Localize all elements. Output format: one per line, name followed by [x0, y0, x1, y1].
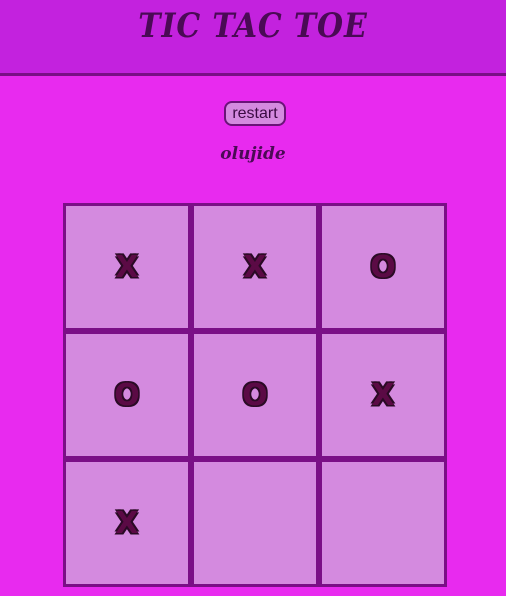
current-player-name: olujide	[220, 144, 286, 164]
board-cell-6[interactable]: X	[322, 334, 444, 456]
game-title: TIC TAC TOE	[138, 6, 368, 46]
board-cell-8[interactable]	[194, 462, 316, 584]
restart-button[interactable]: restart	[224, 101, 286, 126]
board-cell-7[interactable]: X	[66, 462, 188, 584]
cell-mark: X	[115, 505, 139, 541]
board-cell-9[interactable]	[322, 462, 444, 584]
cell-mark: X	[115, 249, 139, 285]
board-cell-3[interactable]: O	[322, 206, 444, 328]
board-cell-4[interactable]: O	[66, 334, 188, 456]
board-cell-2[interactable]: X	[194, 206, 316, 328]
header-bar: TIC TAC TOE	[0, 0, 506, 76]
cell-mark: O	[114, 377, 140, 413]
cell-mark: X	[243, 249, 267, 285]
cell-mark: O	[370, 249, 396, 285]
cell-mark: O	[242, 377, 268, 413]
board-cell-1[interactable]: X	[66, 206, 188, 328]
cell-mark: X	[371, 377, 395, 413]
game-board: X X O O O X X	[63, 203, 447, 587]
board-cell-5[interactable]: O	[194, 334, 316, 456]
